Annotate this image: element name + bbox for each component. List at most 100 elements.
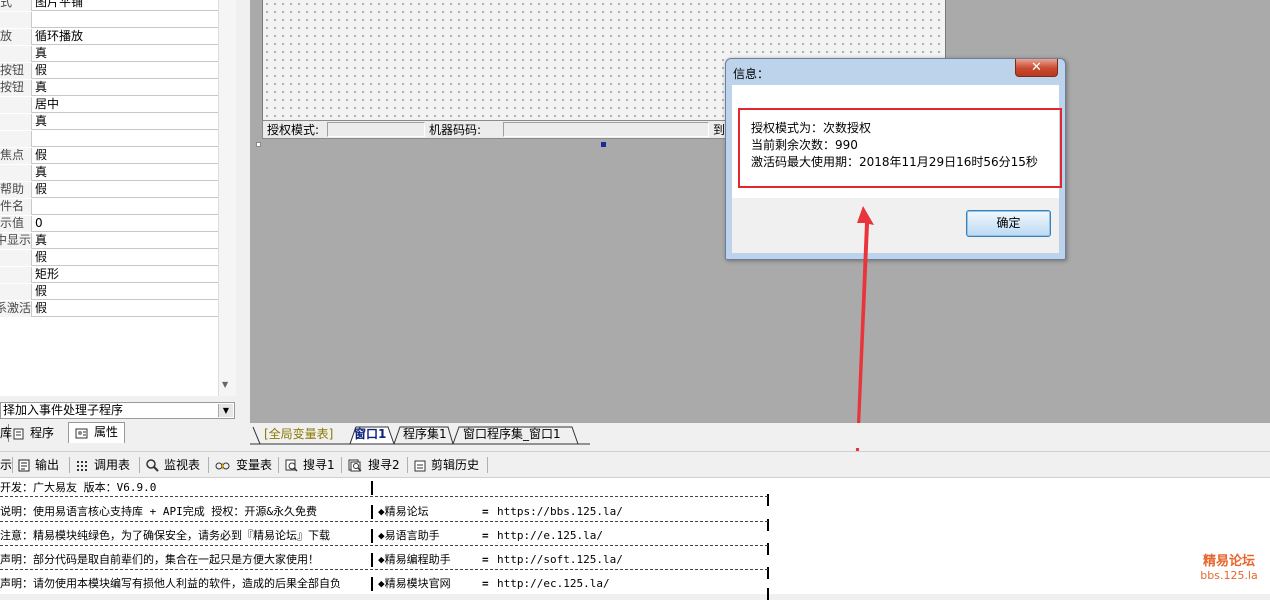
scroll-down-icon[interactable]: ▼ — [222, 380, 228, 389]
status-cell-machine-code — [503, 122, 709, 137]
output-link-label: ◆易语言助手 — [378, 529, 440, 542]
tab-property[interactable]: 属性 — [68, 422, 126, 443]
output-link-label: ◆精易模块官网 — [378, 577, 451, 590]
output-button-label: 输出 — [35, 458, 60, 472]
property-value[interactable]: 矩形 — [35, 267, 59, 283]
event-handler-select[interactable]: 择加入事件处理子程序 ▼ — [0, 402, 235, 419]
output-url[interactable]: http://ec.125.la/ — [497, 577, 610, 591]
property-value[interactable]: 假 — [35, 250, 47, 266]
property-row[interactable]: 居中 — [0, 97, 218, 113]
property-value[interactable]: 图片平铺 — [35, 0, 83, 11]
property-row[interactable]: 中显示真 — [0, 233, 218, 249]
output-divider — [371, 553, 373, 567]
find1-button-label: 搜寻1 — [303, 458, 335, 472]
variable-table-button[interactable]: 变量表 — [215, 456, 272, 474]
clipboard-history-button-label: 剪辑历史 — [431, 458, 480, 472]
close-icon: ✕ — [1031, 60, 1042, 75]
property-row[interactable]: 按钮假 — [0, 63, 218, 79]
output-url[interactable]: https://bbs.125.la/ — [497, 505, 623, 519]
property-scrollbar[interactable]: ▼ — [218, 0, 236, 396]
output-equals: = — [482, 529, 489, 542]
property-value[interactable]: 真 — [35, 80, 47, 96]
watch-table-button[interactable]: 监视表 — [146, 456, 200, 474]
output-equals: = — [482, 577, 489, 590]
output-line: 声明：请勿使用本模块编写有损他人利益的软件，造成的后果全部自负 — [0, 577, 341, 590]
toolbar-partial-label[interactable]: 示 — [0, 456, 12, 474]
chevron-down-icon[interactable]: ▼ — [218, 404, 233, 417]
property-row[interactable]: 假 — [0, 250, 218, 266]
property-row[interactable]: 按钮真 — [0, 80, 218, 96]
close-button[interactable]: ✕ — [1015, 59, 1058, 77]
property-row[interactable]: 真 — [0, 165, 218, 181]
property-row[interactable]: 真 — [0, 46, 218, 62]
property-value[interactable]: 假 — [35, 301, 47, 317]
output-divider — [767, 588, 769, 600]
output-button[interactable]: 输出 — [18, 456, 59, 474]
find2-button[interactable]: 搜寻2 — [348, 456, 400, 474]
toolbar-separator — [208, 457, 209, 473]
property-value[interactable]: 假 — [35, 148, 47, 164]
property-row[interactable]: 假 — [0, 284, 218, 300]
search-icon — [146, 459, 159, 472]
property-value[interactable]: 假 — [35, 182, 47, 198]
property-row[interactable]: 帮助假 — [0, 182, 218, 198]
tab-window-program-set[interactable]: 窗口程序集_窗口1 — [463, 426, 561, 443]
property-row[interactable]: 焦点假 — [0, 148, 218, 164]
property-row[interactable]: 示值 0 — [0, 216, 218, 232]
property-value[interactable]: 真 — [35, 46, 47, 62]
dialog-message-area: 授权模式为：次数授权 当前剩余次数：990 激活码最大使用期：2018年11月2… — [732, 85, 1062, 198]
property-name: 示值 — [0, 216, 32, 232]
property-value[interactable]: 循环播放 — [35, 29, 83, 45]
property-row[interactable]: 系激活假 — [0, 301, 218, 317]
call-table-button[interactable]: 调用表 — [76, 456, 130, 474]
output-divider — [371, 529, 373, 543]
tab-window1[interactable]: 窗口1 — [354, 426, 386, 443]
output-equals: = — [482, 553, 489, 566]
find2-icon — [348, 459, 362, 472]
ok-button[interactable]: 确定 — [966, 210, 1051, 237]
property-row[interactable]: 矩形 — [0, 267, 218, 283]
property-name: 焦点 — [0, 148, 32, 164]
property-name: 按钮 — [0, 63, 32, 79]
output-divider — [371, 505, 373, 519]
property-row[interactable] — [0, 131, 218, 147]
property-row[interactable]: 式图片平铺 — [0, 0, 218, 11]
property-value[interactable]: 假 — [35, 284, 47, 300]
output-panel[interactable]: 开发：广大易友 版本：V6.9.0 说明：使用易语言核心支持库 + API完成 … — [0, 478, 1270, 600]
tab-support-library[interactable]: 库 — [0, 424, 12, 442]
property-name — [0, 284, 32, 300]
status-label-machine-code: 机器码码: — [429, 123, 482, 137]
clipboard-history-button[interactable]: 剪辑历史 — [414, 456, 479, 474]
call-table-icon — [77, 460, 87, 471]
property-row[interactable] — [0, 12, 218, 28]
output-url[interactable]: http://e.125.la/ — [497, 529, 603, 543]
resize-handle[interactable] — [601, 142, 606, 147]
tab-program[interactable]: 程序 — [13, 424, 54, 442]
find1-button[interactable]: 搜寻1 — [285, 456, 335, 474]
property-name — [0, 267, 32, 283]
toolbar-separator — [69, 457, 70, 473]
property-value[interactable]: 假 — [35, 63, 47, 79]
property-value[interactable]: 居中 — [35, 97, 59, 113]
property-value[interactable]: 真 — [35, 233, 47, 249]
bottom-toolbar: 示 输出 调用表 监视表 变量表 搜寻1 搜寻2 剪辑历史 — [0, 451, 1270, 478]
property-name: 按钮 — [0, 80, 32, 96]
tab-global-variables[interactable]: [全局变量表] — [264, 426, 333, 443]
property-name — [0, 250, 32, 266]
output-divider — [371, 481, 373, 495]
status-cell-auth-mode — [327, 122, 425, 137]
tab-program-set1[interactable]: 程序集1 — [403, 426, 447, 443]
resize-handle[interactable] — [256, 142, 261, 147]
property-row[interactable]: 放循环播放 — [0, 29, 218, 45]
property-value[interactable]: 0 — [35, 216, 43, 232]
property-value[interactable]: 真 — [35, 165, 47, 181]
dialog-line-max-date: 激活码最大使用期：2018年11月29日16时56分15秒 — [751, 155, 1038, 169]
output-url[interactable]: http://soft.125.la/ — [497, 553, 623, 567]
output-icon — [18, 459, 30, 472]
property-name: 放 — [0, 29, 32, 45]
property-name — [0, 97, 32, 113]
property-row[interactable]: 件名 — [0, 199, 218, 215]
property-name — [0, 46, 32, 62]
property-value[interactable]: 真 — [35, 114, 47, 130]
property-row[interactable]: 真 — [0, 114, 218, 130]
